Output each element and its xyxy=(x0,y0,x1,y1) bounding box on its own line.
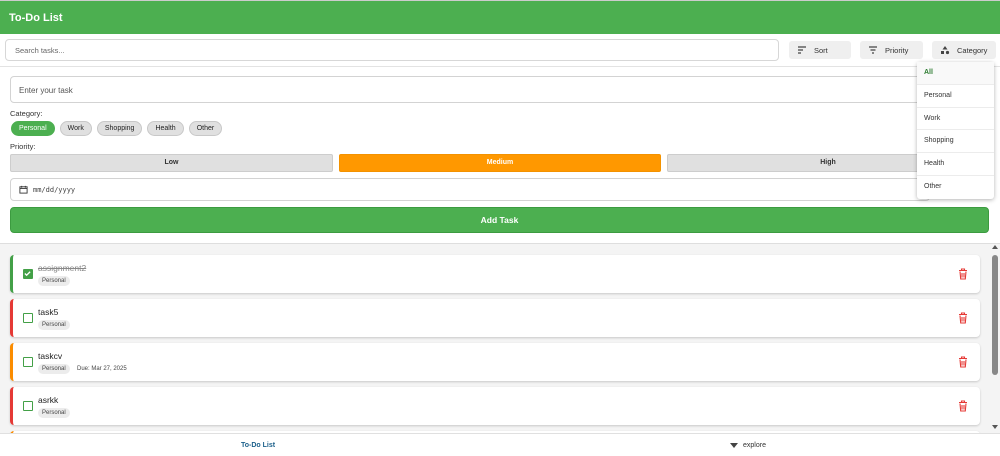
priority-medium-button[interactable]: Medium xyxy=(339,154,661,172)
task-category-tag: Personal xyxy=(38,408,70,418)
due-date-placeholder: mm/dd/yyyy xyxy=(33,185,76,194)
task-checkbox[interactable] xyxy=(23,401,33,411)
task-category-tag: Personal xyxy=(38,320,70,330)
scroll-up-arrow-icon[interactable] xyxy=(992,245,998,249)
task-checkbox[interactable] xyxy=(23,269,33,279)
task-title: assignment2 xyxy=(38,263,87,273)
tab-todo-list[interactable]: To-Do List xyxy=(241,442,275,449)
calendar-icon xyxy=(19,185,28,194)
scroll-thumb[interactable] xyxy=(992,255,998,375)
toolbar-divider xyxy=(0,66,1000,67)
task-category-tag: Personal xyxy=(38,276,70,286)
caret-down-icon xyxy=(730,442,738,448)
task-checkbox[interactable] xyxy=(23,357,33,367)
app-title: To-Do List xyxy=(9,12,63,24)
delete-icon[interactable] xyxy=(958,356,968,368)
app-header: To-Do List xyxy=(0,0,1000,34)
task-title: asrkk xyxy=(38,395,59,405)
chip-work[interactable]: Work xyxy=(59,121,92,136)
dropdown-option-health[interactable]: Health xyxy=(917,153,994,176)
app-root: To-Do List Search tasks... Sort Priority… xyxy=(0,0,1000,456)
due-date-input[interactable]: mm/dd/yyyy xyxy=(10,178,930,201)
task-item: assignment2 Personal xyxy=(10,255,980,293)
search-input[interactable]: Search tasks... xyxy=(5,39,779,61)
task-item: task5 Personal xyxy=(10,299,980,337)
bottom-navigation: To-Do List explore xyxy=(0,433,1000,456)
dropdown-option-shopping[interactable]: Shopping xyxy=(917,130,994,154)
task-category-tag: Personal xyxy=(38,364,70,374)
check-icon xyxy=(24,271,31,277)
task-input[interactable]: Enter your task xyxy=(10,76,988,103)
dropdown-option-other[interactable]: Other xyxy=(917,176,994,199)
category-dropdown: All Personal Work Shopping Health Other xyxy=(917,62,994,199)
task-title: task5 xyxy=(38,307,59,317)
dropdown-option-personal[interactable]: Personal xyxy=(917,85,994,108)
add-task-button[interactable]: Add Task xyxy=(10,207,989,233)
delete-icon[interactable] xyxy=(958,268,968,280)
priority-filter-label: Priority xyxy=(885,45,909,55)
category-icon xyxy=(941,46,950,55)
task-item: taskcv Personal Due: Mar 27, 2025 xyxy=(10,343,980,381)
sort-button-label: Sort xyxy=(814,45,828,55)
sort-button[interactable]: Sort xyxy=(789,41,851,59)
category-filter-label: Category xyxy=(957,45,988,55)
category-label: Category: xyxy=(10,109,43,118)
tab-explore[interactable]: explore xyxy=(730,442,766,449)
dropdown-option-all[interactable]: All xyxy=(917,62,994,85)
dropdown-option-work[interactable]: Work xyxy=(917,108,994,131)
tab-explore-label: explore xyxy=(743,442,766,449)
chip-personal[interactable]: Personal xyxy=(11,121,55,136)
sort-icon xyxy=(798,46,806,54)
task-title: taskcv xyxy=(38,351,63,361)
task-item: asrkk Personal xyxy=(10,387,980,425)
priority-filter-button[interactable]: Priority xyxy=(860,41,923,59)
task-list: assignment2 Personal task5 Personal task… xyxy=(0,243,1000,433)
category-filter-button[interactable]: Category xyxy=(932,41,996,59)
chip-shopping[interactable]: Shopping xyxy=(96,121,143,136)
category-chips: Personal Work Shopping Health Other xyxy=(11,121,223,136)
task-list-scrollbar[interactable] xyxy=(991,243,1000,433)
priority-low-button[interactable]: Low xyxy=(10,154,333,172)
scroll-down-arrow-icon[interactable] xyxy=(992,425,998,429)
task-checkbox[interactable] xyxy=(23,313,33,323)
delete-icon[interactable] xyxy=(958,312,968,324)
chip-other[interactable]: Other xyxy=(188,121,223,136)
priority-label: Priority: xyxy=(10,142,36,151)
delete-icon[interactable] xyxy=(958,400,968,412)
chip-health[interactable]: Health xyxy=(147,121,184,136)
task-due-date: Due: Mar 27, 2025 xyxy=(77,366,127,372)
filter-icon xyxy=(869,46,877,54)
